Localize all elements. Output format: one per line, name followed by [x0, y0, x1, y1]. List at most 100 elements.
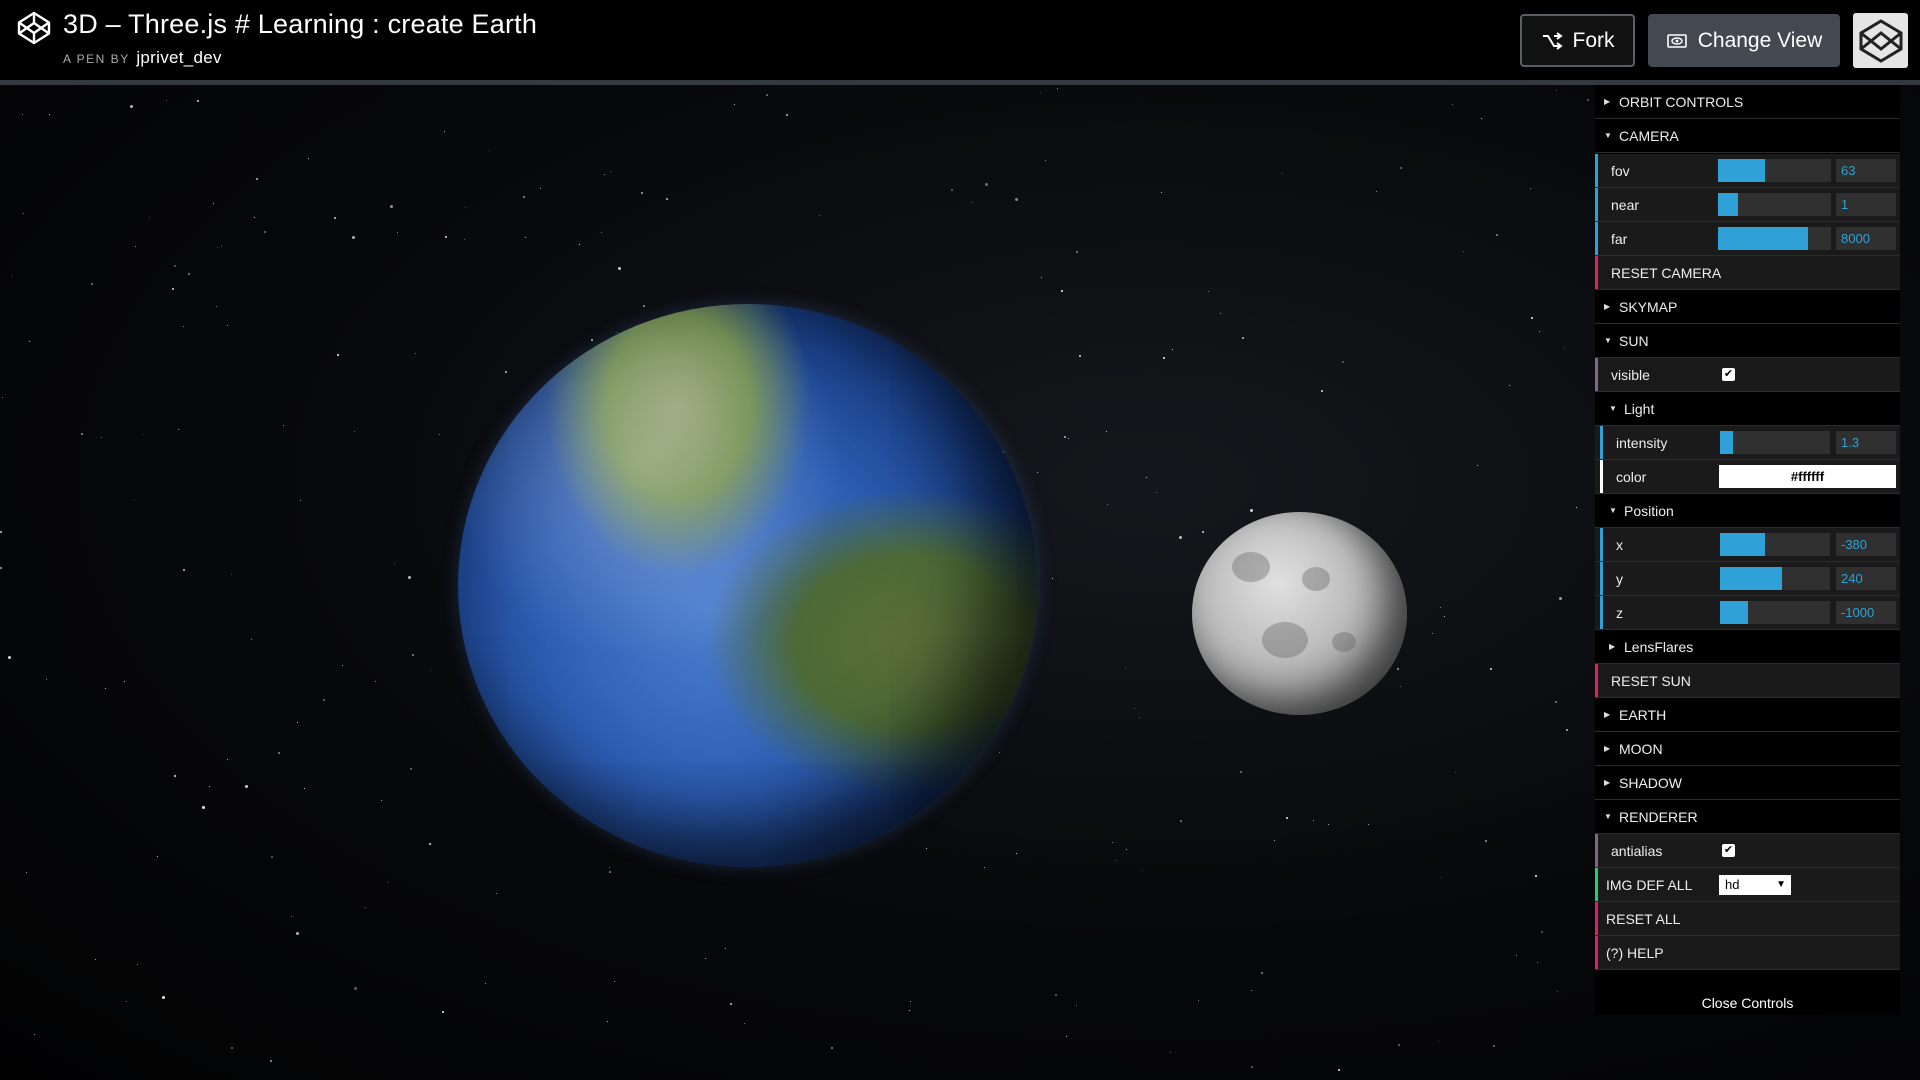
star — [1037, 472, 1038, 473]
star — [1440, 607, 1441, 608]
far-slider[interactable] — [1718, 227, 1831, 250]
folder-moon[interactable]: ▶ MOON — [1595, 732, 1900, 766]
star — [831, 1047, 833, 1049]
star — [1493, 1045, 1495, 1047]
star — [296, 932, 299, 935]
close-controls-button[interactable]: Close Controls — [1595, 991, 1900, 1015]
star — [188, 273, 190, 275]
intensity-input[interactable]: 1.3 — [1836, 431, 1896, 454]
fork-label: Fork — [1572, 28, 1615, 52]
control-intensity: intensity 1.3 — [1595, 426, 1900, 460]
star — [256, 178, 258, 180]
fork-icon — [1542, 31, 1563, 50]
star — [1251, 1066, 1253, 1068]
select-value: hd — [1725, 876, 1740, 892]
star — [304, 788, 305, 789]
star — [1286, 817, 1288, 819]
x-slider[interactable] — [1720, 533, 1830, 556]
star — [227, 325, 228, 326]
folder-light[interactable]: ▼ Light — [1595, 392, 1900, 426]
star — [540, 188, 541, 189]
folder-position[interactable]: ▼ Position — [1595, 494, 1900, 528]
dat-gui-panel: ▶ ORBIT CONTROLS ▼ CAMERA fov 63 near 1 … — [1595, 85, 1900, 1015]
help-button[interactable]: (?) HELP — [1595, 936, 1900, 970]
star — [610, 171, 611, 172]
star — [1261, 972, 1263, 974]
star — [1556, 90, 1557, 91]
star — [1328, 824, 1329, 825]
reset-sun-button[interactable]: RESET SUN — [1595, 664, 1900, 698]
control-stripe — [1595, 154, 1598, 187]
near-slider[interactable] — [1718, 193, 1831, 216]
star — [1537, 962, 1538, 963]
far-input[interactable]: 8000 — [1836, 227, 1896, 250]
star — [352, 236, 355, 239]
author-link[interactable]: jprivet_dev — [136, 48, 222, 67]
fork-button[interactable]: Fork — [1520, 14, 1635, 67]
star — [1052, 578, 1053, 579]
antialias-checkbox[interactable]: ✔ — [1722, 844, 1735, 857]
folder-skymap[interactable]: ▶ SKYMAP — [1595, 290, 1900, 324]
fov-slider[interactable] — [1718, 159, 1831, 182]
star — [1368, 824, 1369, 825]
visible-checkbox[interactable]: ✔ — [1722, 368, 1735, 381]
star — [1240, 771, 1242, 773]
star — [1559, 597, 1562, 600]
star — [221, 246, 222, 247]
star — [46, 679, 47, 680]
star — [1557, 991, 1558, 992]
img-def-select[interactable]: hd ▼ — [1719, 874, 1791, 895]
star — [381, 800, 382, 801]
star — [609, 867, 610, 868]
z-input[interactable]: -1000 — [1836, 601, 1896, 624]
color-picker[interactable]: #ffffff — [1719, 465, 1896, 488]
star — [1040, 92, 1041, 93]
control-stripe — [1595, 834, 1598, 867]
y-slider[interactable] — [1720, 567, 1830, 590]
caret-right-icon: ▶ — [1604, 778, 1611, 787]
star — [444, 131, 445, 132]
star — [1079, 355, 1081, 357]
control-stripe — [1600, 426, 1603, 459]
control-stripe — [1595, 902, 1598, 935]
intensity-slider[interactable] — [1720, 431, 1830, 454]
y-input[interactable]: 240 — [1836, 567, 1896, 590]
change-view-button[interactable]: Change View — [1648, 14, 1840, 67]
control-x: x -380 — [1595, 528, 1900, 562]
folder-earth[interactable]: ▶ EARTH — [1595, 698, 1900, 732]
moon-crater — [1262, 622, 1308, 658]
fov-input[interactable]: 63 — [1836, 159, 1896, 182]
reset-camera-button[interactable]: RESET CAMERA — [1595, 256, 1900, 290]
star — [1198, 1000, 1199, 1001]
folder-lensflares[interactable]: ▶ LensFlares — [1595, 630, 1900, 664]
star — [142, 434, 143, 435]
x-input[interactable]: -380 — [1836, 533, 1896, 556]
folder-camera[interactable]: ▼ CAMERA — [1595, 119, 1900, 153]
control-near: near 1 — [1595, 188, 1900, 222]
star — [130, 105, 133, 108]
star — [134, 499, 135, 500]
control-far: far 8000 — [1595, 222, 1900, 256]
avatar[interactable] — [1853, 13, 1908, 68]
caret-right-icon: ▶ — [1604, 302, 1611, 311]
slider-fill — [1720, 567, 1782, 590]
near-input[interactable]: 1 — [1836, 193, 1896, 216]
control-stripe — [1595, 358, 1598, 391]
star — [1400, 686, 1401, 687]
z-slider[interactable] — [1720, 601, 1830, 624]
folder-sun[interactable]: ▼ SUN — [1595, 324, 1900, 358]
star — [213, 203, 214, 204]
star — [1400, 167, 1402, 169]
star — [278, 752, 280, 754]
reset-all-button[interactable]: RESET ALL — [1595, 902, 1900, 936]
folder-renderer[interactable]: ▼ RENDERER — [1595, 800, 1900, 834]
star — [1057, 88, 1058, 89]
folder-orbit-controls[interactable]: ▶ ORBIT CONTROLS — [1595, 85, 1900, 119]
star — [1016, 853, 1017, 854]
folder-shadow[interactable]: ▶ SHADOW — [1595, 766, 1900, 800]
star — [439, 434, 440, 435]
star — [984, 867, 985, 868]
star — [1452, 104, 1453, 105]
codepen-logo-icon[interactable] — [16, 10, 52, 46]
star — [11, 276, 12, 277]
